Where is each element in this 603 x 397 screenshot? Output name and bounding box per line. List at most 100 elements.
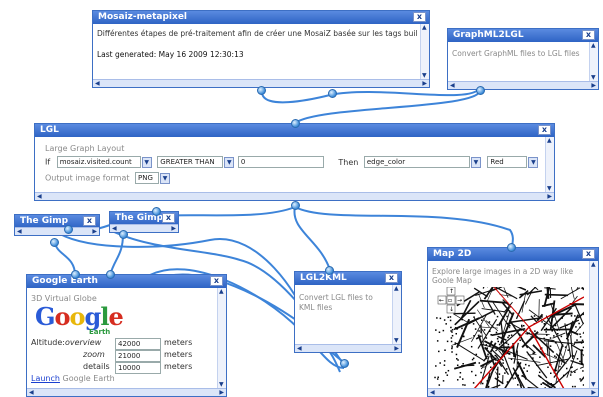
graphml-hscroll[interactable]: ◀ ▶	[448, 81, 598, 89]
scroll-right-icon[interactable]: ▶	[171, 225, 176, 232]
lgl2kml-window[interactable]: LGL2KML x Convert LGL files to KML files…	[294, 271, 402, 353]
gimp2-window[interactable]: The Gimp x ◀ ▶	[109, 211, 179, 233]
graphml-output-port[interactable]	[476, 86, 485, 95]
scroll-left-icon[interactable]: ◀	[29, 389, 34, 396]
gimp1-close-icon[interactable]: x	[83, 216, 96, 226]
scroll-down-icon[interactable]: ▼	[422, 72, 427, 79]
zoom-input[interactable]: 21000	[115, 350, 161, 362]
chevron-down-icon[interactable]: ▼	[224, 156, 235, 168]
gimp1-hscroll[interactable]: ◀ ▶	[15, 227, 99, 235]
lgl2kml-hscroll[interactable]: ◀ ▶	[295, 344, 401, 352]
google-earth-titlebar[interactable]: Google Earth x	[27, 275, 226, 288]
map2d-vscroll[interactable]: ▲ ▼	[589, 261, 598, 388]
scroll-up-icon[interactable]: ▲	[394, 285, 399, 292]
map2d-viewer[interactable]: ↑ ← ▫ → ↓	[434, 287, 584, 389]
map2d-input-port[interactable]	[507, 243, 516, 252]
map-node	[567, 333, 569, 335]
map-node	[451, 331, 453, 333]
scroll-left-icon[interactable]: ◀	[297, 345, 302, 352]
gimp1-input-port[interactable]	[64, 225, 73, 234]
map2d-window[interactable]: Map 2D x Explore large images in a 2D wa…	[427, 247, 599, 397]
scroll-left-icon[interactable]: ◀	[430, 389, 435, 396]
lgl-output-port[interactable]	[291, 201, 300, 210]
lgl-window[interactable]: LGL x Large Graph Layout If mosaiz.visit…	[34, 123, 555, 201]
lgl2kml-description: Convert LGL files to KML files	[299, 293, 373, 312]
lgl2kml-titlebar[interactable]: LGL2KML x	[295, 272, 401, 285]
lgl2kml-vscroll[interactable]: ▲ ▼	[392, 285, 401, 344]
graphml-input-port[interactable]	[328, 89, 337, 98]
lgl2kml-close-icon[interactable]: x	[385, 273, 398, 283]
scroll-right-icon[interactable]: ▶	[591, 82, 596, 89]
scroll-down-icon[interactable]: ▼	[591, 74, 596, 81]
lgl-then-select[interactable]: edge_color	[363, 156, 470, 168]
chevron-down-icon[interactable]: ▼	[160, 172, 171, 184]
google-earth-input-port-2[interactable]	[106, 270, 115, 279]
lgl2kml-input-port[interactable]	[325, 266, 334, 275]
lgl-color-select[interactable]: Red	[487, 156, 528, 168]
details-input[interactable]: 10000	[115, 362, 161, 374]
scroll-up-icon[interactable]: ▲	[547, 137, 552, 144]
map-node	[576, 339, 578, 341]
scroll-down-icon[interactable]: ▼	[394, 337, 399, 344]
map-node	[551, 330, 553, 332]
google-earth-input-port[interactable]	[71, 270, 80, 279]
map-node	[541, 316, 543, 318]
lgl-threshold-input[interactable]: 0	[237, 156, 324, 168]
scroll-right-icon[interactable]: ▶	[422, 80, 427, 87]
graphml-vscroll[interactable]: ▲ ▼	[589, 42, 598, 81]
google-earth-vscroll[interactable]: ▲ ▼	[217, 288, 226, 388]
scroll-left-icon[interactable]: ◀	[37, 193, 42, 200]
graphml-title: GraphML2LGL	[453, 30, 524, 40]
lgl-vscroll[interactable]: ▲ ▼	[545, 137, 554, 192]
scroll-right-icon[interactable]: ▶	[591, 389, 596, 396]
scroll-up-icon[interactable]: ▲	[591, 42, 596, 49]
lgl-input-port[interactable]	[291, 119, 300, 128]
map2d-hscroll[interactable]: ◀ ▶	[428, 388, 598, 396]
scroll-left-icon[interactable]: ◀	[17, 228, 22, 235]
gimp2-input-port[interactable]	[152, 207, 161, 216]
wire-mosaiz-graphml	[261, 87, 481, 104]
scroll-right-icon[interactable]: ▶	[547, 193, 552, 200]
gimp1-window[interactable]: The Gimp x ◀ ▶	[14, 214, 100, 236]
google-earth-hscroll[interactable]: ◀ ▶	[27, 388, 226, 396]
chevron-down-icon[interactable]: ▼	[470, 156, 481, 168]
mosaiz-vscroll[interactable]: ▲ ▼	[420, 24, 429, 79]
map-node	[543, 323, 546, 325]
chevron-down-icon[interactable]: ▼	[528, 156, 539, 168]
scroll-left-icon[interactable]: ◀	[95, 80, 100, 87]
mosaiz-window[interactable]: Mosaiz-metapixel x Différentes étapes de…	[92, 10, 430, 88]
lgl-operator-select[interactable]: GREATER THAN	[157, 156, 224, 168]
chevron-down-icon[interactable]: ▼	[141, 156, 152, 168]
lgl-output-select[interactable]: PNG	[135, 172, 160, 184]
scroll-down-icon[interactable]: ▼	[547, 185, 552, 192]
gimp2-close-icon[interactable]: x	[162, 213, 175, 223]
map-node	[478, 362, 481, 364]
graphml-titlebar[interactable]: GraphML2LGL x	[448, 29, 598, 42]
scroll-right-icon[interactable]: ▶	[92, 228, 97, 235]
lgl-close-icon[interactable]: x	[538, 125, 551, 135]
scroll-right-icon[interactable]: ▶	[219, 389, 224, 396]
scroll-up-icon[interactable]: ▲	[591, 261, 596, 268]
graphml-window[interactable]: GraphML2LGL x Convert GraphML files to L…	[447, 28, 599, 90]
launch-link[interactable]: Launch	[31, 374, 60, 383]
scroll-up-icon[interactable]: ▲	[219, 288, 224, 295]
google-earth-close-icon[interactable]: x	[210, 276, 223, 286]
scroll-down-icon[interactable]: ▼	[219, 381, 224, 388]
overview-input[interactable]: 42000	[115, 338, 161, 350]
graphml-close-icon[interactable]: x	[582, 30, 595, 40]
lgl-hscroll[interactable]: ◀ ▶	[35, 192, 554, 200]
scroll-down-icon[interactable]: ▼	[591, 381, 596, 388]
gimp1-output-port[interactable]	[50, 238, 59, 247]
map2d-close-icon[interactable]: x	[582, 249, 595, 259]
google-earth-window[interactable]: Google Earth x 3D Virtual Globe Google E…	[26, 274, 227, 397]
scroll-right-icon[interactable]: ▶	[394, 345, 399, 352]
lgl-field-select[interactable]: mosaiz.visited.count	[56, 156, 141, 168]
mosaiz-close-icon[interactable]: x	[413, 12, 426, 22]
scroll-left-icon[interactable]: ◀	[450, 82, 455, 89]
gimp2-output-port[interactable]	[119, 230, 128, 239]
scroll-up-icon[interactable]: ▲	[422, 24, 427, 31]
mosaiz-output-port[interactable]	[257, 86, 266, 95]
lgl2kml-output-port[interactable]	[340, 359, 349, 368]
scroll-left-icon[interactable]: ◀	[112, 225, 117, 232]
mosaiz-titlebar[interactable]: Mosaiz-metapixel x	[93, 11, 429, 24]
